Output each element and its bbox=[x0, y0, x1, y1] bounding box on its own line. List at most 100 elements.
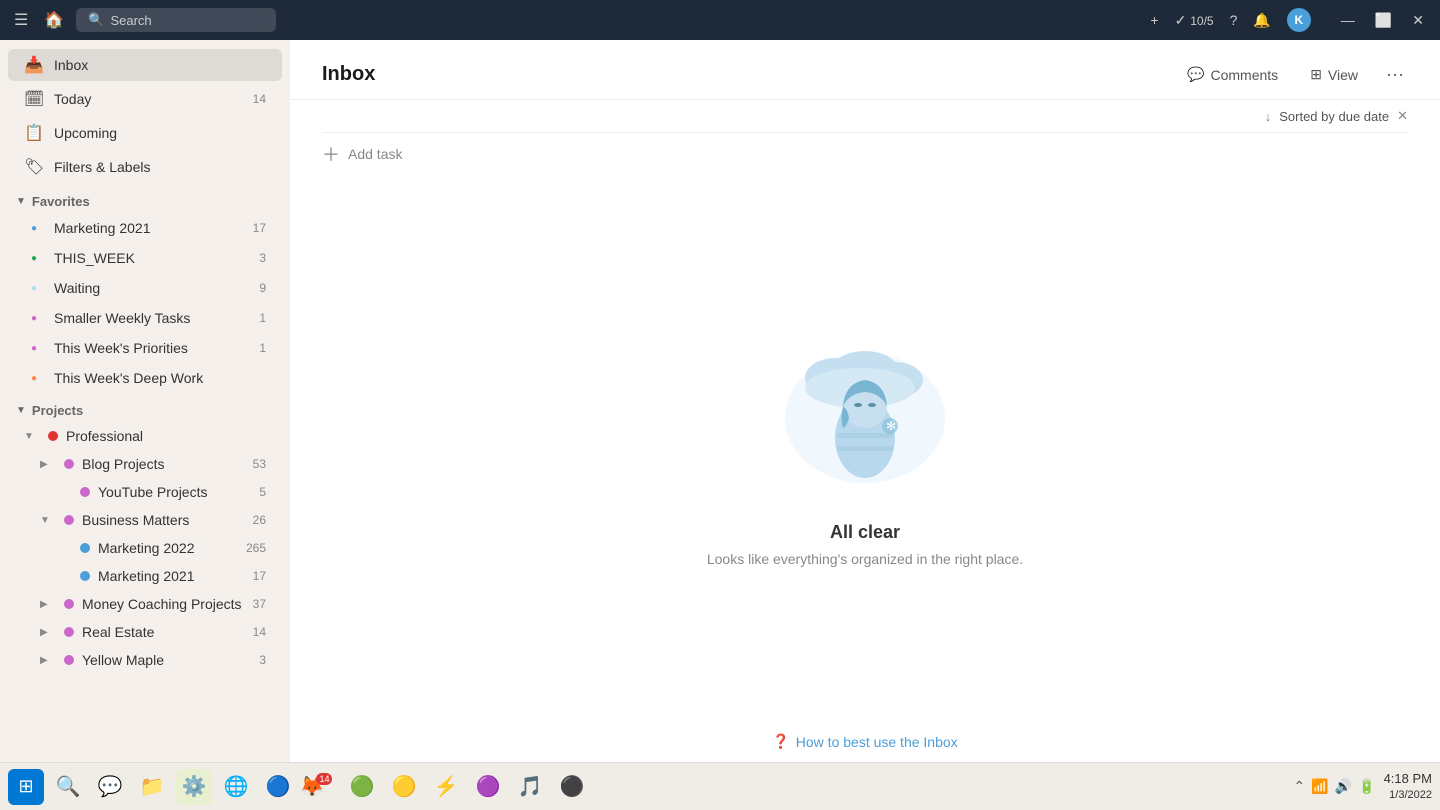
help-link[interactable]: ❓ How to best use the Inbox bbox=[772, 733, 957, 750]
taskbar-app9-icon[interactable]: 🟡 bbox=[386, 769, 422, 805]
taskbar-windows-button[interactable]: ⊞ bbox=[8, 769, 44, 805]
main-panel: Inbox 💬 Comments ⊞ View ··· ↓ Sorted by … bbox=[290, 40, 1440, 762]
taskbar-teams-icon[interactable]: 💬 bbox=[92, 769, 128, 805]
add-task-bar[interactable]: ＋ Add task bbox=[290, 133, 1440, 175]
m2021-dot bbox=[80, 571, 90, 581]
money-dot bbox=[64, 599, 74, 609]
money-expand[interactable]: ▶ bbox=[40, 599, 56, 610]
realestate-expand[interactable]: ▶ bbox=[40, 627, 56, 638]
titlebar: ☰ 🏠 🔍 Search + ✓ 10/5 ? 🔔 K — ⬜ ✕ bbox=[0, 0, 1440, 40]
taskbar-app11-icon[interactable]: 🟣 bbox=[470, 769, 506, 805]
check-icon[interactable]: ✓ 10/5 bbox=[1175, 12, 1214, 29]
home-icon[interactable]: 🏠 bbox=[40, 6, 68, 34]
taskbar-spotify-icon[interactable]: 🎵 bbox=[512, 769, 548, 805]
app-body: 📥 Inbox 🗓 Today 14 📋 Upcoming 🏷 Filters … bbox=[0, 40, 1440, 762]
battery-icon[interactable]: 🔋 bbox=[1358, 778, 1375, 795]
sidebar-item-today[interactable]: 🗓 Today 14 bbox=[8, 83, 282, 115]
settings-icon: ⚙️ bbox=[182, 774, 207, 799]
yellowmaple-count: 3 bbox=[259, 653, 266, 667]
favorites-section-header[interactable]: ▼ Favorites bbox=[0, 184, 290, 213]
sidebar-favorite-priorities[interactable]: ● This Week's Priorities 1 bbox=[8, 334, 282, 362]
sidebar-item-upcoming[interactable]: 📋 Upcoming bbox=[8, 117, 282, 149]
youtube-count: 5 bbox=[259, 485, 266, 499]
comments-button[interactable]: 💬 Comments bbox=[1179, 62, 1286, 87]
sidebar-project-business[interactable]: ▼ Business Matters 26 bbox=[8, 507, 282, 533]
sidebar-project-moneycoaching[interactable]: ▶ Money Coaching Projects 37 bbox=[8, 591, 282, 617]
avatar[interactable]: K bbox=[1287, 8, 1311, 32]
professional-dot bbox=[48, 431, 58, 441]
projects-chevron: ▼ bbox=[16, 405, 26, 416]
dot-orange: ● bbox=[24, 373, 44, 384]
wifi-icon[interactable]: 📶 bbox=[1311, 778, 1328, 795]
chrome-icon: 🔵 bbox=[266, 774, 291, 799]
professional-expand[interactable]: ▼ bbox=[24, 431, 40, 442]
volume-icon[interactable]: 🔊 bbox=[1335, 778, 1352, 795]
sidebar-item-inbox[interactable]: 📥 Inbox bbox=[8, 49, 282, 81]
dot-green: ● bbox=[24, 253, 44, 264]
clock-date: 1/3/2022 bbox=[1384, 788, 1432, 803]
fav-smaller-count: 1 bbox=[259, 311, 266, 325]
business-expand[interactable]: ▼ bbox=[40, 515, 56, 526]
app11-icon: 🟣 bbox=[476, 774, 501, 799]
projects-section-header[interactable]: ▼ Projects bbox=[0, 393, 290, 422]
taskbar-explorer-icon[interactable]: 📁 bbox=[134, 769, 170, 805]
inbox-icon: 📥 bbox=[24, 55, 44, 75]
help-icon[interactable]: ? bbox=[1230, 12, 1238, 28]
sidebar-favorite-waiting[interactable]: ● Waiting 9 bbox=[8, 274, 282, 302]
minimize-button[interactable]: — bbox=[1335, 10, 1361, 31]
taskbar-app13-icon[interactable]: ⚫ bbox=[554, 769, 590, 805]
search-bar[interactable]: 🔍 Search bbox=[76, 8, 276, 32]
add-icon[interactable]: + bbox=[1150, 12, 1158, 28]
restore-button[interactable]: ⬜ bbox=[1369, 10, 1398, 31]
sidebar-favorite-deepwork[interactable]: ● This Week's Deep Work bbox=[8, 364, 282, 392]
sidebar-project-blog[interactable]: ▶ Blog Projects 53 bbox=[8, 451, 282, 477]
menu-icon[interactable]: ☰ bbox=[10, 6, 32, 34]
favorites-label: Favorites bbox=[32, 194, 90, 209]
taskbar-app8-icon[interactable]: 🟢 bbox=[344, 769, 380, 805]
clock[interactable]: 4:18 PM 1/3/2022 bbox=[1384, 770, 1432, 804]
taskbar-search-icon[interactable]: 🔍 bbox=[50, 769, 86, 805]
sidebar-favorite-marketing2021[interactable]: ● Marketing 2021 17 bbox=[8, 214, 282, 242]
sidebar-project-yellowmaple[interactable]: ▶ Yellow Maple 3 bbox=[8, 647, 282, 673]
blog-count: 53 bbox=[253, 457, 266, 471]
fav-marketing2021-label: Marketing 2021 bbox=[54, 220, 243, 236]
sidebar-favorite-thisweek[interactable]: ● THIS_WEEK 3 bbox=[8, 244, 282, 272]
chevron-up-icon[interactable]: ⌃ bbox=[1294, 778, 1306, 795]
app13-icon: ⚫ bbox=[560, 774, 585, 799]
sidebar-project-realestate[interactable]: ▶ Real Estate 14 bbox=[8, 619, 282, 645]
sidebar-project-professional[interactable]: ▼ Professional bbox=[8, 423, 282, 449]
view-label: View bbox=[1328, 67, 1358, 83]
fav-waiting-count: 9 bbox=[259, 281, 266, 295]
search-placeholder: Search bbox=[110, 13, 151, 28]
blog-dot bbox=[64, 459, 74, 469]
sort-bar: ↓ Sorted by due date ✕ bbox=[290, 100, 1440, 132]
sidebar-project-youtube[interactable]: YouTube Projects 5 bbox=[8, 479, 282, 505]
more-options-button[interactable]: ··· bbox=[1382, 60, 1408, 89]
help-circle-icon: ❓ bbox=[772, 733, 789, 750]
taskbar-firefox-icon[interactable]: 🦊 14 bbox=[302, 769, 338, 805]
app10-icon: ⚡ bbox=[434, 774, 459, 799]
sidebar-project-marketing2022[interactable]: Marketing 2022 265 bbox=[8, 535, 282, 561]
close-button[interactable]: ✕ bbox=[1406, 10, 1430, 31]
yellowmaple-label: Yellow Maple bbox=[82, 652, 251, 668]
dot-purple2: ● bbox=[24, 343, 44, 354]
m2022-dot bbox=[80, 543, 90, 553]
taskbar-edge-icon[interactable]: 🌐 bbox=[218, 769, 254, 805]
add-task-plus-icon: ＋ bbox=[322, 141, 340, 167]
filters-label: Filters & Labels bbox=[54, 159, 266, 175]
taskbar-chrome-icon[interactable]: 🔵 bbox=[260, 769, 296, 805]
sidebar-favorite-smaller[interactable]: ● Smaller Weekly Tasks 1 bbox=[8, 304, 282, 332]
dot-purple1: ● bbox=[24, 313, 44, 324]
yellow-expand[interactable]: ▶ bbox=[40, 655, 56, 666]
bell-icon[interactable]: 🔔 bbox=[1253, 12, 1270, 29]
sidebar-item-filters[interactable]: 🏷 Filters & Labels bbox=[8, 151, 282, 183]
today-count: 10/5 bbox=[1190, 14, 1213, 28]
sort-close-button[interactable]: ✕ bbox=[1397, 108, 1408, 124]
view-button[interactable]: ⊞ View bbox=[1302, 62, 1366, 87]
taskbar-settings-icon[interactable]: ⚙️ bbox=[176, 769, 212, 805]
sidebar-project-marketing2021[interactable]: Marketing 2021 17 bbox=[8, 563, 282, 589]
windows-icon: ⊞ bbox=[18, 776, 33, 797]
teams-icon: 💬 bbox=[98, 774, 123, 799]
blog-expand[interactable]: ▶ bbox=[40, 459, 56, 470]
taskbar-app10-icon[interactable]: ⚡ bbox=[428, 769, 464, 805]
